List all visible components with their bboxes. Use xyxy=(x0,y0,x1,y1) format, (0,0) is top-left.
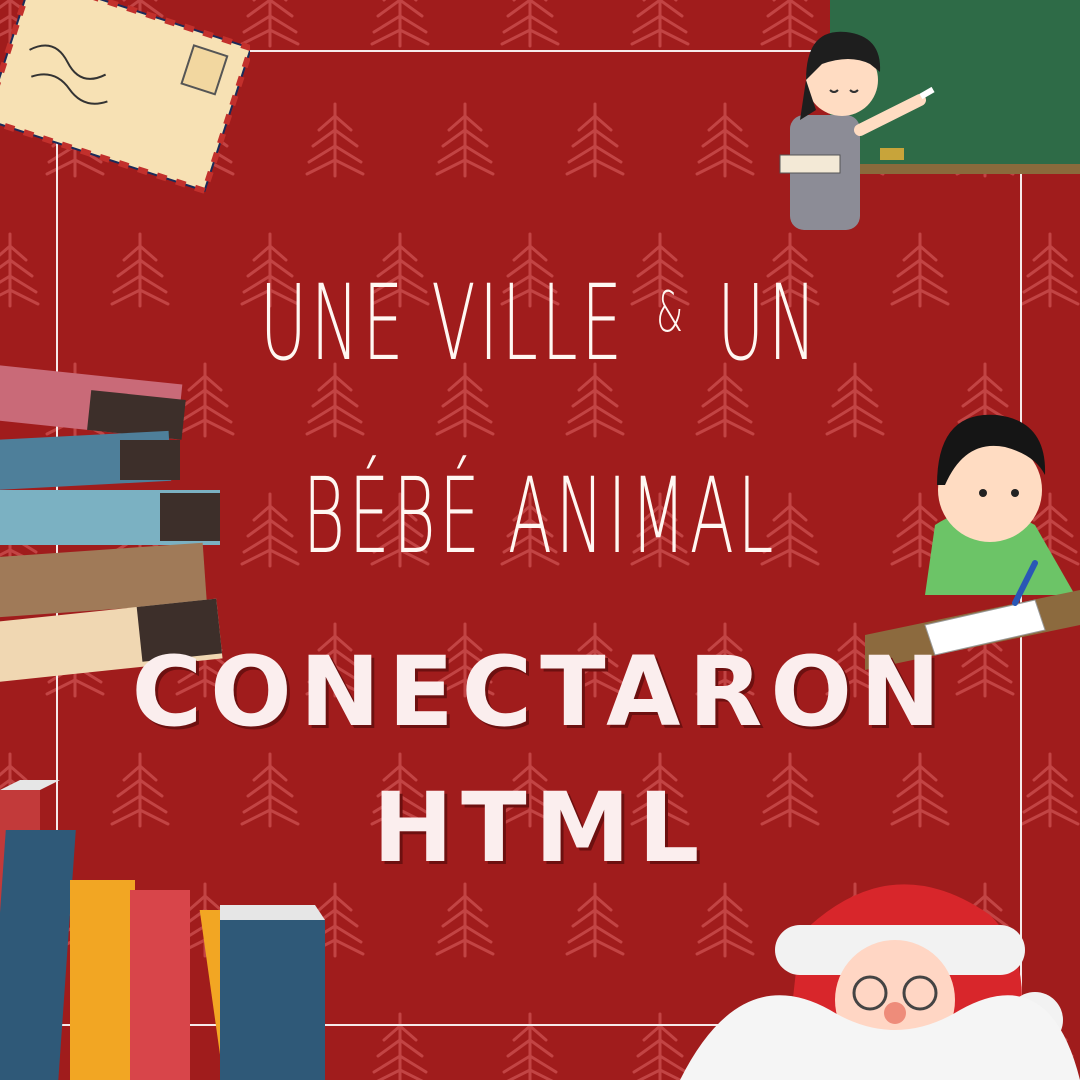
tree-pattern-mark xyxy=(370,0,430,48)
title-text-html: HTML xyxy=(372,772,708,884)
teacher-chalkboard-illustration xyxy=(779,0,1080,230)
title-line-3: CONECTARON xyxy=(0,636,1080,748)
tree-pattern-mark xyxy=(630,0,690,48)
title-line-2: BÉBÉ ANIMAL xyxy=(205,455,875,577)
title-text-un: UN xyxy=(717,262,821,384)
santa-claus-illustration xyxy=(680,884,1080,1080)
title-text-une-ville: UNE VILLE xyxy=(259,262,626,384)
envelope-illustration xyxy=(0,0,250,195)
student-writing-illustration xyxy=(865,414,1080,670)
title-text-bebe-animal: BÉBÉ ANIMAL xyxy=(302,455,778,577)
ampersand: & xyxy=(656,280,687,345)
title-text-conectaron: CONECTARON xyxy=(131,636,949,748)
title-line-4: HTML xyxy=(0,772,1080,884)
tree-pattern-mark xyxy=(500,0,560,48)
tree-pattern-mark xyxy=(1020,232,1080,308)
tree-pattern-mark xyxy=(240,0,300,48)
title-line-1: UNE VILLE & UN xyxy=(205,262,875,384)
tree-pattern-mark xyxy=(0,232,40,308)
